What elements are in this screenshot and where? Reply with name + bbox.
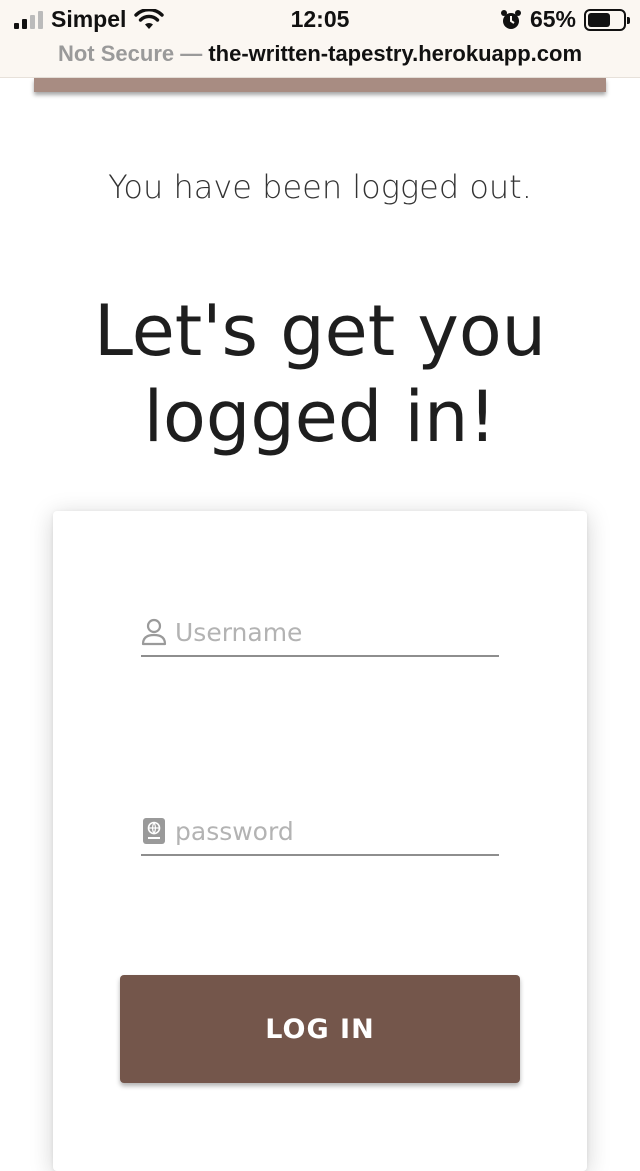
battery-icon <box>584 8 630 31</box>
logout-message: You have been logged out. <box>108 168 532 206</box>
battery-fill <box>588 12 611 27</box>
login-card: LOG IN <box>53 511 587 1171</box>
domain-label: the-written-tapestry.herokuapp.com <box>208 41 583 66</box>
battery-percent: 65% <box>529 6 576 32</box>
password-input[interactable] <box>175 816 475 846</box>
username-field <box>141 609 499 657</box>
status-right: 65% <box>500 6 630 33</box>
signal-icon <box>14 10 43 29</box>
wifi-icon <box>134 8 165 29</box>
user-icon <box>141 618 167 646</box>
status-bar: Simpel 12:05 65% <box>0 0 640 40</box>
password-field <box>141 808 499 856</box>
passport-icon <box>141 817 167 845</box>
url-bar[interactable]: Not Secure — the-written-tapestry.heroku… <box>0 40 640 78</box>
username-input[interactable] <box>175 617 475 647</box>
status-left: Simpel <box>14 6 165 33</box>
carrier-name: Simpel <box>51 6 127 32</box>
page-title: Let's get you logged in! <box>93 290 547 458</box>
site-navbar <box>34 78 606 92</box>
security-label: Not Secure — <box>57 41 203 66</box>
alarm-icon <box>500 9 521 29</box>
login-button[interactable]: LOG IN <box>120 975 520 1083</box>
